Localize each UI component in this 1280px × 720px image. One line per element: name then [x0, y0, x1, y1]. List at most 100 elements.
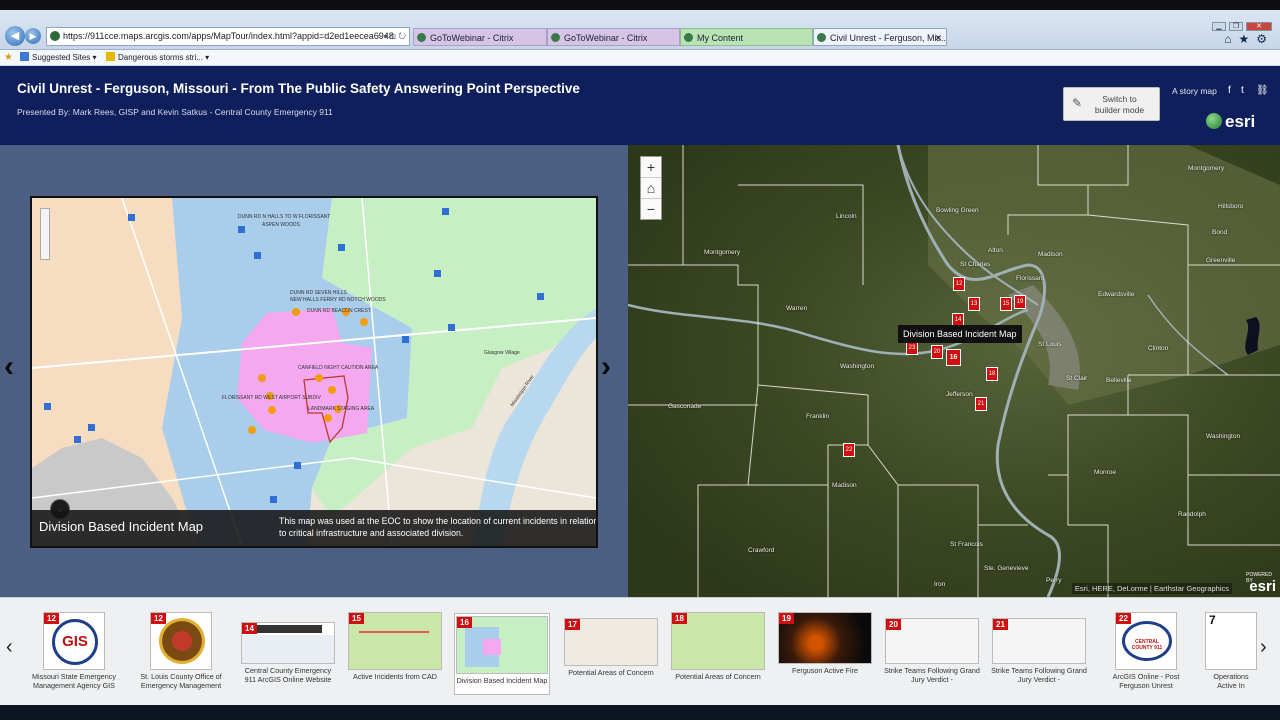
tab-favicon-icon: [417, 33, 426, 42]
browser-tab-civil-unrest[interactable]: Civil Unrest - Ferguson, Mis... ✕: [813, 28, 947, 46]
incident-marker[interactable]: [328, 386, 336, 394]
website-banner: [256, 625, 322, 633]
page-title: Civil Unrest - Ferguson, Missouri - From…: [17, 81, 580, 96]
incident-marker[interactable]: [268, 406, 276, 414]
tour-marker-21[interactable]: 21: [975, 397, 987, 411]
tour-marker-15[interactable]: 15: [1000, 297, 1012, 311]
facility-marker[interactable]: [448, 324, 455, 331]
browser-tab-my-content[interactable]: My Content: [680, 28, 813, 46]
place-label: Iron: [934, 581, 946, 588]
carousel-item-7[interactable]: 7 Operations Active In: [1205, 612, 1257, 690]
carousel-item-21[interactable]: 21 Strike Teams Following Grand Jury Ver…: [991, 612, 1087, 684]
thumbnail: 20: [885, 618, 979, 664]
carousel-item-14[interactable]: 14 Central County Emergency 911 ArcGIS O…: [240, 612, 336, 684]
twitter-icon[interactable]: t: [1241, 85, 1244, 96]
page-subtitle: Presented By: Mark Rees, GISP and Kevin …: [17, 107, 333, 117]
browser-toolbar: ◀ ▶ https://911cce.maps.arcgis.com/apps/…: [0, 10, 1280, 50]
incident-marker[interactable]: [315, 374, 323, 382]
incident-marker[interactable]: [292, 308, 300, 316]
favorite-suggested-sites[interactable]: Suggested Sites ▾: [20, 50, 97, 65]
carousel-item-15[interactable]: 15 Active Incidents from CAD: [347, 612, 443, 681]
close-window-icon[interactable]: ✕: [1246, 22, 1272, 31]
facility-marker[interactable]: [254, 252, 261, 259]
carousel-item-17[interactable]: 17 Potential Areas of Concern: [563, 612, 659, 677]
carousel-next-icon[interactable]: ›: [1260, 636, 1267, 659]
carousel-item-18[interactable]: 18 Potential Areas of Concern: [670, 612, 766, 681]
favorite-dangerous-storms[interactable]: Dangerous storms stri... ▾: [106, 50, 209, 65]
search-refresh-icon[interactable]: ⌕ ▾ ⊡ ↻: [376, 28, 406, 45]
tour-marker-20[interactable]: 20: [931, 345, 943, 359]
place-label: Jefferson: [946, 391, 973, 398]
incident-marker[interactable]: [360, 318, 368, 326]
favorites-star-icon[interactable]: ★: [4, 50, 13, 65]
tour-map[interactable]: 12 13 14 15 16 18 19 20 21 22 23 Montgom…: [628, 145, 1280, 597]
tour-marker-12[interactable]: 12: [953, 277, 965, 291]
tour-carousel: ‹ › 12 GIS Missouri State Emergency Mana…: [0, 597, 1280, 705]
facility-marker[interactable]: [128, 214, 135, 221]
facility-marker[interactable]: [442, 208, 449, 215]
carousel-item-12[interactable]: 12 GIS Missouri State Emergency Manageme…: [26, 612, 122, 690]
next-arrow-icon[interactable]: ›: [601, 350, 611, 384]
browser-tab-gotowebinar-1[interactable]: GoToWebinar - Citrix: [413, 28, 547, 46]
incident-marker[interactable]: [324, 414, 332, 422]
carousel-item-16-active[interactable]: 16 Division Based Incident Map: [454, 613, 550, 695]
tour-marker-13[interactable]: 13: [968, 297, 980, 311]
tour-marker-19[interactable]: 19: [1014, 295, 1026, 309]
place-label: Washington: [1206, 433, 1241, 440]
back-button[interactable]: ◀: [5, 26, 25, 46]
place-label: Crawford: [748, 547, 775, 554]
minimize-icon[interactable]: ▁: [1212, 22, 1226, 31]
map-label: LANDMARK STAGING AREA: [308, 406, 375, 412]
place-label: St Louis: [1038, 341, 1062, 348]
zoom-out-icon[interactable]: −: [641, 199, 661, 220]
thumbnail: 19: [778, 612, 872, 664]
thumbnail: 18: [671, 612, 765, 670]
facility-marker[interactable]: [74, 436, 81, 443]
facility-marker[interactable]: [294, 462, 301, 469]
zoom-in-icon[interactable]: +: [641, 157, 661, 178]
facility-marker[interactable]: [44, 403, 51, 410]
facility-marker[interactable]: [270, 496, 277, 503]
carousel-prev-icon[interactable]: ‹: [6, 636, 13, 659]
tour-marker-16-active[interactable]: 16: [946, 349, 961, 366]
browser-tab-gotowebinar-2[interactable]: GoToWebinar - Citrix: [547, 28, 680, 46]
map-label: CANFIELD NIGHT CAUTION AREA: [298, 365, 379, 371]
carousel-item-12b[interactable]: 12 St. Louis County Office of Emergency …: [133, 612, 229, 690]
inset-zoom-controls[interactable]: [40, 208, 50, 260]
facility-marker[interactable]: [402, 336, 409, 343]
previous-arrow-icon[interactable]: ‹: [4, 350, 14, 384]
tour-marker-22[interactable]: 22: [843, 443, 855, 457]
thumbnail-label: Operations Active In: [1213, 672, 1249, 690]
incident-marker[interactable]: [258, 374, 266, 382]
carousel-item-20[interactable]: 20 Strike Teams Following Grand Jury Ver…: [884, 612, 980, 684]
carousel-item-19[interactable]: 19 Ferguson Active Fire: [777, 612, 873, 675]
carousel-item-22[interactable]: 22 CENTRAL COUNTY 911 ArcGIS Online - Po…: [1098, 612, 1194, 690]
thumbnail: 21: [992, 618, 1086, 664]
thumbnail: 14: [241, 622, 335, 664]
browser-home-favorites-settings-icons[interactable]: ⌂★⚙: [1224, 32, 1274, 46]
facility-marker[interactable]: [338, 244, 345, 251]
home-extent-icon[interactable]: ⌂: [641, 178, 661, 199]
division-incident-map-image: DUNN RD N HALLS TO W FLORISSANT ASPEN WO…: [30, 196, 598, 548]
maximize-icon[interactable]: ❐: [1229, 22, 1243, 31]
close-tab-icon[interactable]: ✕: [934, 29, 942, 45]
place-label: Greenville: [1206, 257, 1236, 264]
incident-marker[interactable]: [248, 426, 256, 434]
facebook-icon[interactable]: f: [1228, 85, 1231, 96]
facility-marker[interactable]: [537, 293, 544, 300]
thumbnail-label: Potential Areas of Concern: [675, 672, 761, 681]
media-panel: ‹ › DUNN RD N HALLS TO W FLORISSANT ASPE…: [0, 145, 628, 597]
forward-button[interactable]: ▶: [25, 28, 41, 44]
tour-marker-23[interactable]: 23: [906, 341, 918, 355]
link-icon[interactable]: ⛓: [1256, 85, 1269, 96]
address-bar[interactable]: https://911cce.maps.arcgis.com/apps/MapT…: [46, 27, 410, 46]
central-county-911-badge: CENTRAL COUNTY 911: [1122, 621, 1172, 661]
place-label: St Charles: [960, 261, 991, 268]
tab-favicon-icon: [817, 33, 826, 42]
place-label: Montgomery: [704, 249, 741, 256]
facility-marker[interactable]: [238, 226, 245, 233]
facility-marker[interactable]: [434, 270, 441, 277]
switch-to-builder-button[interactable]: ✎ Switch to builder mode: [1063, 87, 1160, 121]
tour-marker-18[interactable]: 18: [986, 367, 998, 381]
facility-marker[interactable]: [88, 424, 95, 431]
